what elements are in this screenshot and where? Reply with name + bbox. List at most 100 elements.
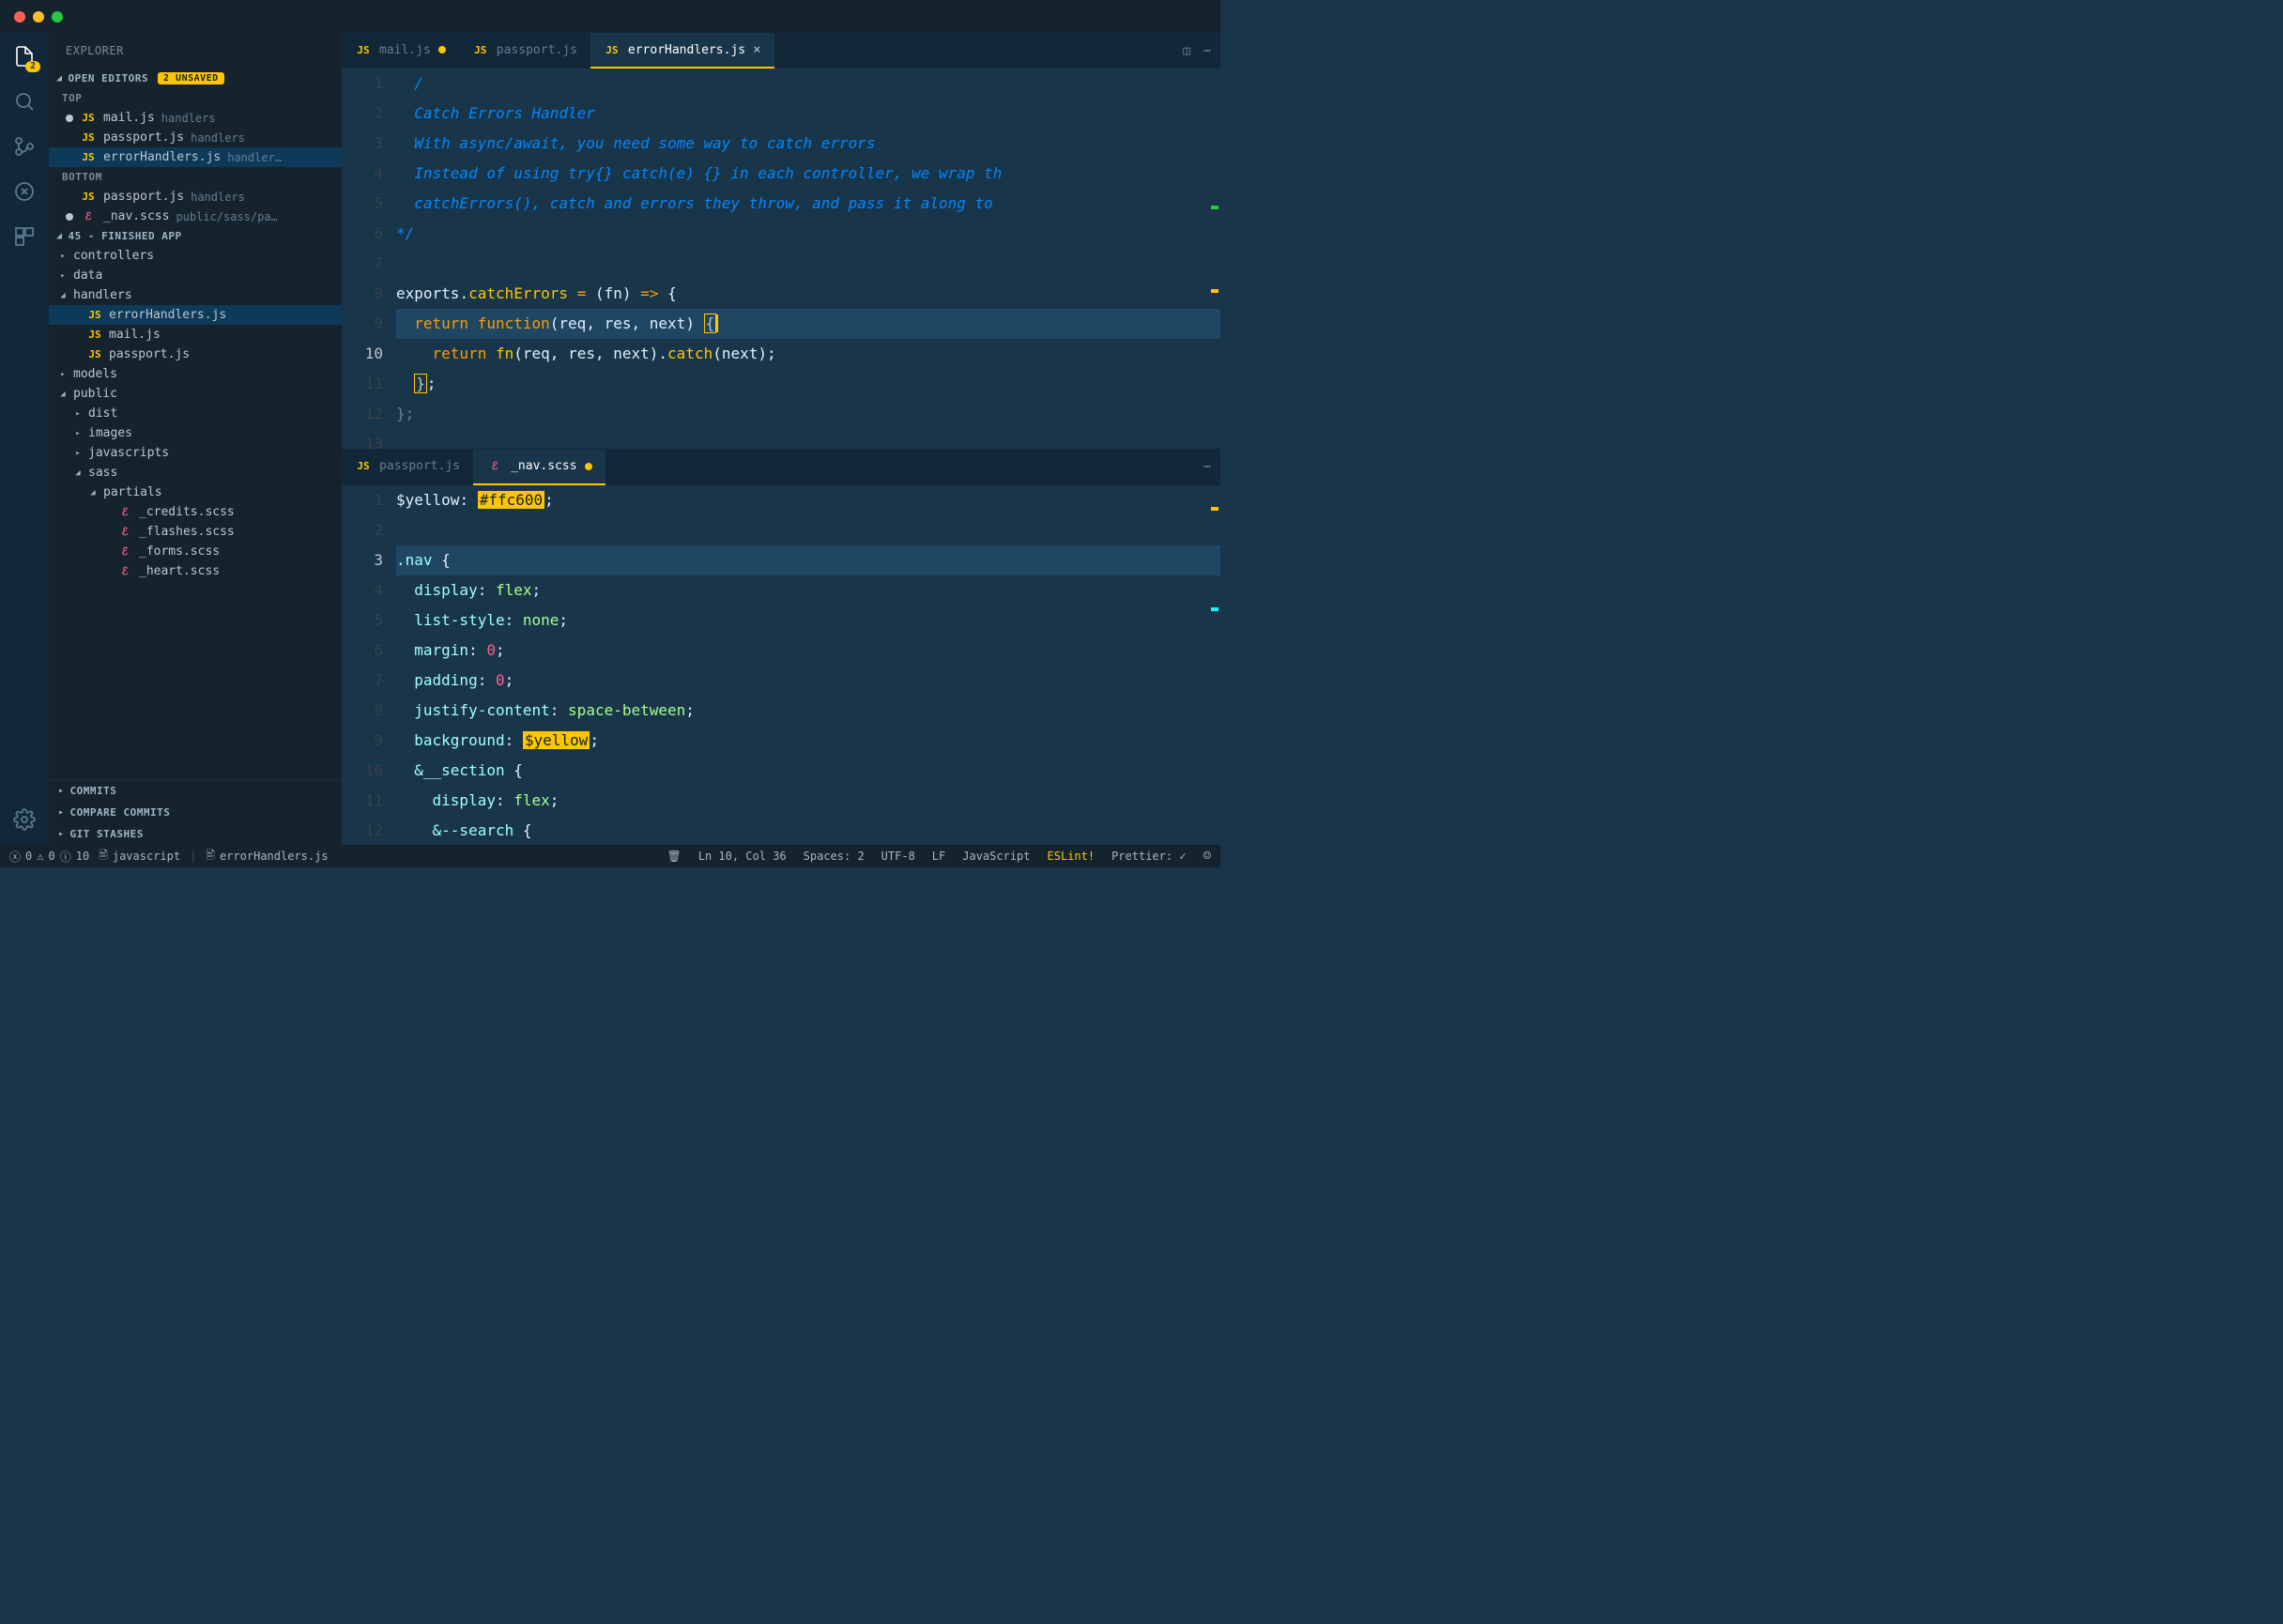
folder-item[interactable]: ▸ dist [49,404,342,423]
folder-item[interactable]: ▸ models [49,364,342,384]
file-item[interactable]: JSerrorHandlers.js [49,305,342,325]
editor-group-top: JSmail.js JSpassport.js JSerrorHandlers.… [342,33,1220,449]
folder-item[interactable]: ◢ sass [49,463,342,483]
js-file-icon: JS [472,44,489,56]
status-prettier[interactable]: Prettier: ✓ [1111,850,1186,863]
folder-item[interactable]: ◢ public [49,384,342,404]
dirty-indicator [585,463,592,470]
folder-item[interactable]: ◢ handlers [49,285,342,305]
js-file-icon: JS [86,348,103,360]
file-item[interactable]: ℰ_flashes.scss [49,522,342,542]
more-icon[interactable]: ⋯ [1203,44,1211,58]
sidebar-section[interactable]: ▸ COMPARE COMMITS [49,802,342,823]
maximize-window[interactable] [52,11,63,23]
file-item[interactable]: ℰ_forms.scss [49,542,342,561]
scm-icon[interactable] [10,132,38,161]
chevron-right-icon: ▸ [58,271,68,281]
titlebar [0,0,1220,33]
js-file-icon: JS [80,151,97,163]
close-window[interactable] [14,11,25,23]
tabbar-top: JSmail.js JSpassport.js JSerrorHandlers.… [342,33,1220,69]
unsaved-badge: 2 UNSAVED [158,72,224,84]
folder-item[interactable]: ▸ images [49,423,342,443]
scss-file-icon: ℰ [116,506,133,518]
status-file-item[interactable]: 🖹errorHandlers.js [206,847,328,866]
folder-item[interactable]: ◢ partials [49,483,342,502]
status-eol[interactable]: LF [932,850,945,863]
editor-area: JSmail.js JSpassport.js JSerrorHandlers.… [342,33,1220,845]
file-item[interactable]: JSpassport.js [49,345,342,364]
status-encoding[interactable]: UTF-8 [881,850,915,863]
js-file-icon: JS [604,44,621,56]
scss-file-icon: ℰ [486,460,503,472]
extensions-icon[interactable] [10,222,38,251]
feedback-icon[interactable]: ☺ [1203,849,1211,864]
scss-file-icon: ℰ [80,210,97,222]
status-cursor[interactable]: Ln 10, Col 36 [698,850,787,863]
editor-tab[interactable]: JSerrorHandlers.js× [590,33,774,69]
window-controls [14,11,63,23]
chevron-right-icon: ▸ [58,786,65,796]
editor-group-label-bottom: BOTTOM [49,167,342,187]
status-eslint[interactable]: ESLint! [1048,850,1096,863]
scss-file-icon: ℰ [116,565,133,577]
js-file-icon: JS [80,191,97,203]
explorer-badge: 2 [25,61,40,72]
code-editor-top[interactable]: 12345678910111213 / Catch Errors Handler… [342,69,1220,449]
chevron-right-icon: ▸ [58,252,68,261]
close-tab-icon[interactable]: × [753,42,760,57]
chevron-down-icon: ◢ [56,73,63,84]
editor-tab[interactable]: JSpassport.js [459,33,590,69]
status-spaces[interactable]: Spaces: 2 [804,850,865,863]
debug-icon[interactable] [10,177,38,206]
chevron-right-icon: ▸ [73,409,83,419]
js-file-icon: JS [80,112,97,124]
open-editors-header[interactable]: ◢ OPEN EDITORS 2 UNSAVED [49,69,342,88]
chevron-right-icon: ▸ [73,449,83,458]
split-editor-icon[interactable]: ◫ [1183,44,1190,58]
tabbar-bottom: JSpassport.js ℰ_nav.scss ⋯ [342,450,1220,485]
status-lang-item[interactable]: 🖹javascript [99,847,180,866]
chevron-down-icon: ◢ [58,291,68,300]
js-file-icon: JS [86,329,103,341]
status-bar: ⓧ0 ⚠0 ⓘ10 🖹javascript | 🖹errorHandlers.j… [0,845,1220,867]
activity-bar: 2 [0,33,49,845]
sidebar-section[interactable]: ▸ GIT STASHES [49,823,342,845]
status-problems[interactable]: ⓧ0 ⚠0 ⓘ10 [9,849,89,865]
scss-file-icon: ℰ [116,526,133,538]
chevron-down-icon: ◢ [73,468,83,478]
code-editor-bottom[interactable]: 123456789101112 $yellow: #ffc600; .nav {… [342,485,1220,845]
open-editor-item[interactable]: JS errorHandlers.js handler… [49,147,342,167]
open-editor-item[interactable]: JS passport.js handlers [49,128,342,147]
search-icon[interactable] [10,87,38,115]
js-file-icon: JS [355,460,372,472]
status-language[interactable]: JavaScript [962,850,1030,863]
file-item[interactable]: ℰ_credits.scss [49,502,342,522]
chevron-right-icon: ▸ [73,429,83,438]
file-item[interactable]: JSmail.js [49,325,342,345]
editor-tab[interactable]: JSmail.js [342,33,459,69]
editor-group-label-top: TOP [49,88,342,108]
chevron-right-icon: ▸ [58,807,65,818]
more-icon[interactable]: ⋯ [1203,460,1211,474]
dirty-indicator [66,213,73,221]
sidebar-title: EXPLORER [49,33,342,69]
open-editor-item[interactable]: ℰ _nav.scss public/sass/pa… [49,207,342,226]
trash-icon[interactable]: 🗑 [667,850,681,863]
file-item[interactable]: ℰ_heart.scss [49,561,342,581]
sidebar-section[interactable]: ▸ COMMITS [49,780,342,802]
project-header[interactable]: ◢ 45 - FINISHED APP [49,226,342,246]
chevron-down-icon: ◢ [56,231,63,241]
folder-item[interactable]: ▸ javascripts [49,443,342,463]
settings-icon[interactable] [10,805,38,834]
folder-item[interactable]: ▸ controllers [49,246,342,266]
editor-tab[interactable]: JSpassport.js [342,450,473,485]
open-editor-item[interactable]: JS passport.js handlers [49,187,342,207]
explorer-icon[interactable]: 2 [10,42,38,70]
js-file-icon: JS [355,44,372,56]
folder-item[interactable]: ▸ data [49,266,342,285]
minimize-window[interactable] [33,11,44,23]
editor-tab[interactable]: ℰ_nav.scss [473,450,605,485]
open-editor-item[interactable]: JS mail.js handlers [49,108,342,128]
editor-group-bottom: JSpassport.js ℰ_nav.scss ⋯ 1234567891011… [342,449,1220,845]
